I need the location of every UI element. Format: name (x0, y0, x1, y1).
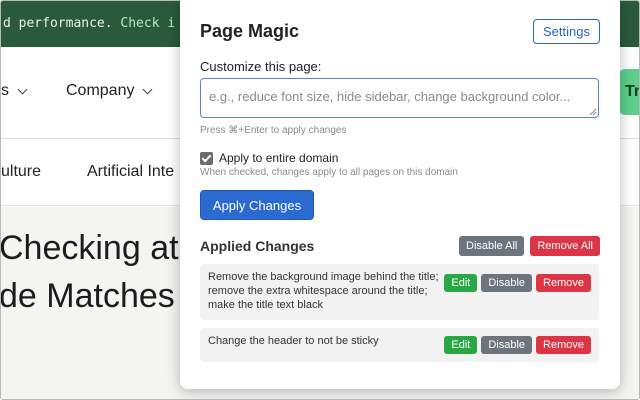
apply-domain-row: Apply to entire domain (200, 151, 338, 165)
category-item[interactable]: ulture (1, 163, 41, 181)
disable-change-button[interactable]: Disable (481, 274, 533, 292)
resize-handle-icon[interactable] (589, 108, 597, 116)
change-description: Remove the background image behind the t… (208, 271, 439, 311)
apply-domain-hint: When checked, changes apply to all pages… (200, 167, 458, 178)
nav-item-label: s (1, 82, 9, 99)
page-magic-popup: Page Magic Settings Customize this page:… (180, 0, 620, 389)
change-actions: Edit Disable Remove (444, 274, 591, 292)
disable-all-button[interactable]: Disable All (459, 236, 525, 256)
customize-label: Customize this page: (200, 59, 322, 74)
category-item[interactable]: Artificial Inte (87, 163, 174, 181)
apply-domain-checkbox[interactable] (200, 151, 213, 165)
chevron-down-icon (17, 84, 28, 94)
applied-bulk-actions: Disable All Remove All (459, 236, 600, 256)
edit-change-button[interactable]: Edit (444, 274, 478, 292)
change-actions: Edit Disable Remove (444, 336, 591, 354)
popup-header: Page Magic Settings (200, 18, 600, 44)
applied-change-item: Remove the background image behind the t… (200, 264, 599, 320)
applied-changes-title: Applied Changes (200, 238, 315, 254)
change-description: Change the header to not be sticky (208, 335, 379, 347)
disable-change-button[interactable]: Disable (481, 336, 533, 354)
remove-change-button[interactable]: Remove (536, 336, 591, 354)
promo-text: d performance. (3, 16, 113, 31)
popup-title: Page Magic (200, 20, 300, 41)
apply-changes-button[interactable]: Apply Changes (200, 190, 314, 220)
settings-button[interactable]: Settings (533, 18, 600, 44)
promo-link[interactable]: Check i (120, 16, 175, 31)
nav-item-label: Company (66, 82, 135, 99)
nav-item-company[interactable]: Company (66, 82, 153, 100)
nav-item-partial[interactable]: s (1, 82, 28, 100)
try-button[interactable]: Try (619, 69, 639, 115)
hero-title-line: Checking at (0, 229, 179, 267)
chevron-down-icon (143, 84, 153, 94)
hero-title-line: de Matches (0, 277, 175, 315)
customize-input[interactable] (200, 78, 599, 118)
shortcut-hint: Press ⌘+Enter to apply changes (200, 125, 347, 136)
apply-domain-label[interactable]: Apply to entire domain (219, 151, 338, 165)
applied-change-item: Change the header to not be sticky Edit … (200, 328, 599, 362)
remove-all-button[interactable]: Remove All (530, 236, 600, 256)
remove-change-button[interactable]: Remove (536, 274, 591, 292)
applied-changes-header: Applied Changes Disable All Remove All (200, 236, 600, 256)
edit-change-button[interactable]: Edit (444, 336, 478, 354)
